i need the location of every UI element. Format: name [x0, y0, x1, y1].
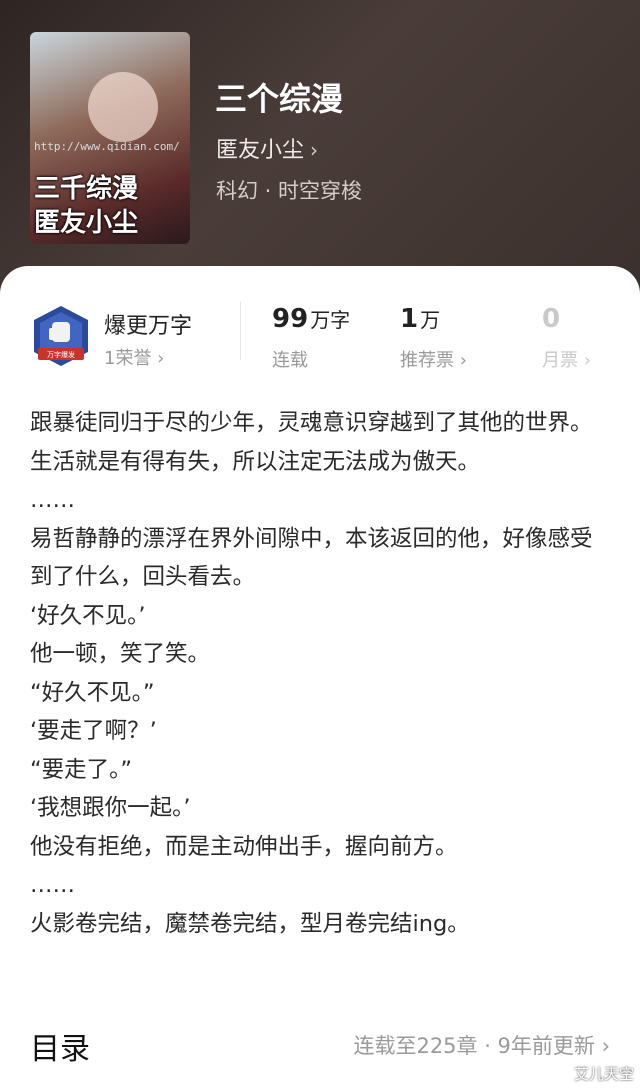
- cover-title-line1: 三千综漫: [34, 174, 139, 204]
- recommend-unit: 万: [420, 308, 441, 332]
- book-title: 三个综漫: [215, 80, 344, 118]
- desc-line: ‘我想跟你一起。’: [30, 795, 191, 821]
- chevron-right-icon: ›: [310, 138, 319, 162]
- book-header: http://www.qidian.com/ 三千综漫 匿友小尘 三个综漫 匿友…: [0, 0, 640, 300]
- author-name: 匿友小尘: [216, 138, 305, 163]
- desc-line: “好久不见。”: [30, 679, 155, 706]
- desc-line: ……: [30, 872, 75, 898]
- recommend-num: 1: [400, 304, 419, 334]
- recommend-ticket-link[interactable]: 推荐票 ›: [400, 346, 467, 372]
- cover-title-line2: 匿友小尘: [34, 208, 139, 238]
- desc-line: 他一顿，笑了笑。: [30, 641, 211, 667]
- word-count-unit: 万字: [310, 308, 351, 332]
- desc-line: ‘好久不见。’: [30, 602, 146, 629]
- toc-title: 目录: [30, 1032, 90, 1067]
- desc-line: 火影卷完结，魔禁卷完结，型月卷完结ing。: [30, 910, 470, 937]
- desc-line: ……: [30, 487, 75, 513]
- stats-divider: [240, 302, 241, 360]
- author-link[interactable]: 匿友小尘 ›: [216, 132, 318, 164]
- desc-line: 他没有拒绝，而是主动伸出手，握向前方。: [30, 833, 458, 860]
- word-count: 99 万字: [272, 304, 350, 334]
- honor-badge-icon[interactable]: 万字爆发: [32, 304, 90, 370]
- word-count-label: 连载: [272, 350, 308, 371]
- monthly-ticket-link[interactable]: 月票 ›: [542, 346, 591, 372]
- badge-text: 万字爆发: [47, 350, 75, 359]
- desc-line: 易哲静静的漂浮在界外间隙中，本该返回的他，好像感受到了什么，回头看去。: [30, 525, 593, 591]
- book-detail-card: 万字爆发 爆更万字 1荣誉 › 99 万字 连载 1万 推荐票 › 0 月票 › …: [0, 266, 640, 1090]
- word-count-num: 99: [272, 304, 309, 334]
- book-genre: 科幻 · 时空穿梭: [216, 179, 363, 203]
- cover-character-art: [88, 72, 158, 142]
- cover-url-text: http://www.qidian.com/: [34, 140, 180, 153]
- desc-line: “要走了。”: [30, 756, 133, 783]
- honor-title: 爆更万字: [104, 314, 193, 339]
- honor-count-link[interactable]: 1荣誉 ›: [104, 344, 164, 370]
- monthly-ticket-count: 0: [542, 304, 561, 334]
- desc-line: 生活就是有得有失，所以注定无法成为傲天。: [30, 448, 481, 475]
- watermark-text: 艾儿天空: [573, 1065, 634, 1083]
- desc-line: 跟暴徒同归于尽的少年，灵魂意识穿越到了其他的世界。: [30, 410, 593, 436]
- toc-update-link[interactable]: 连载至225章 · 9年前更新 ›: [353, 1030, 610, 1060]
- book-cover[interactable]: http://www.qidian.com/ 三千综漫 匿友小尘: [30, 32, 190, 244]
- book-description[interactable]: 跟暴徒同归于尽的少年，灵魂意识穿越到了其他的世界。 生活就是有得有失，所以注定无…: [30, 404, 610, 943]
- desc-line: ‘要走了啊？’: [30, 718, 157, 744]
- recommend-count: 1万: [400, 304, 440, 334]
